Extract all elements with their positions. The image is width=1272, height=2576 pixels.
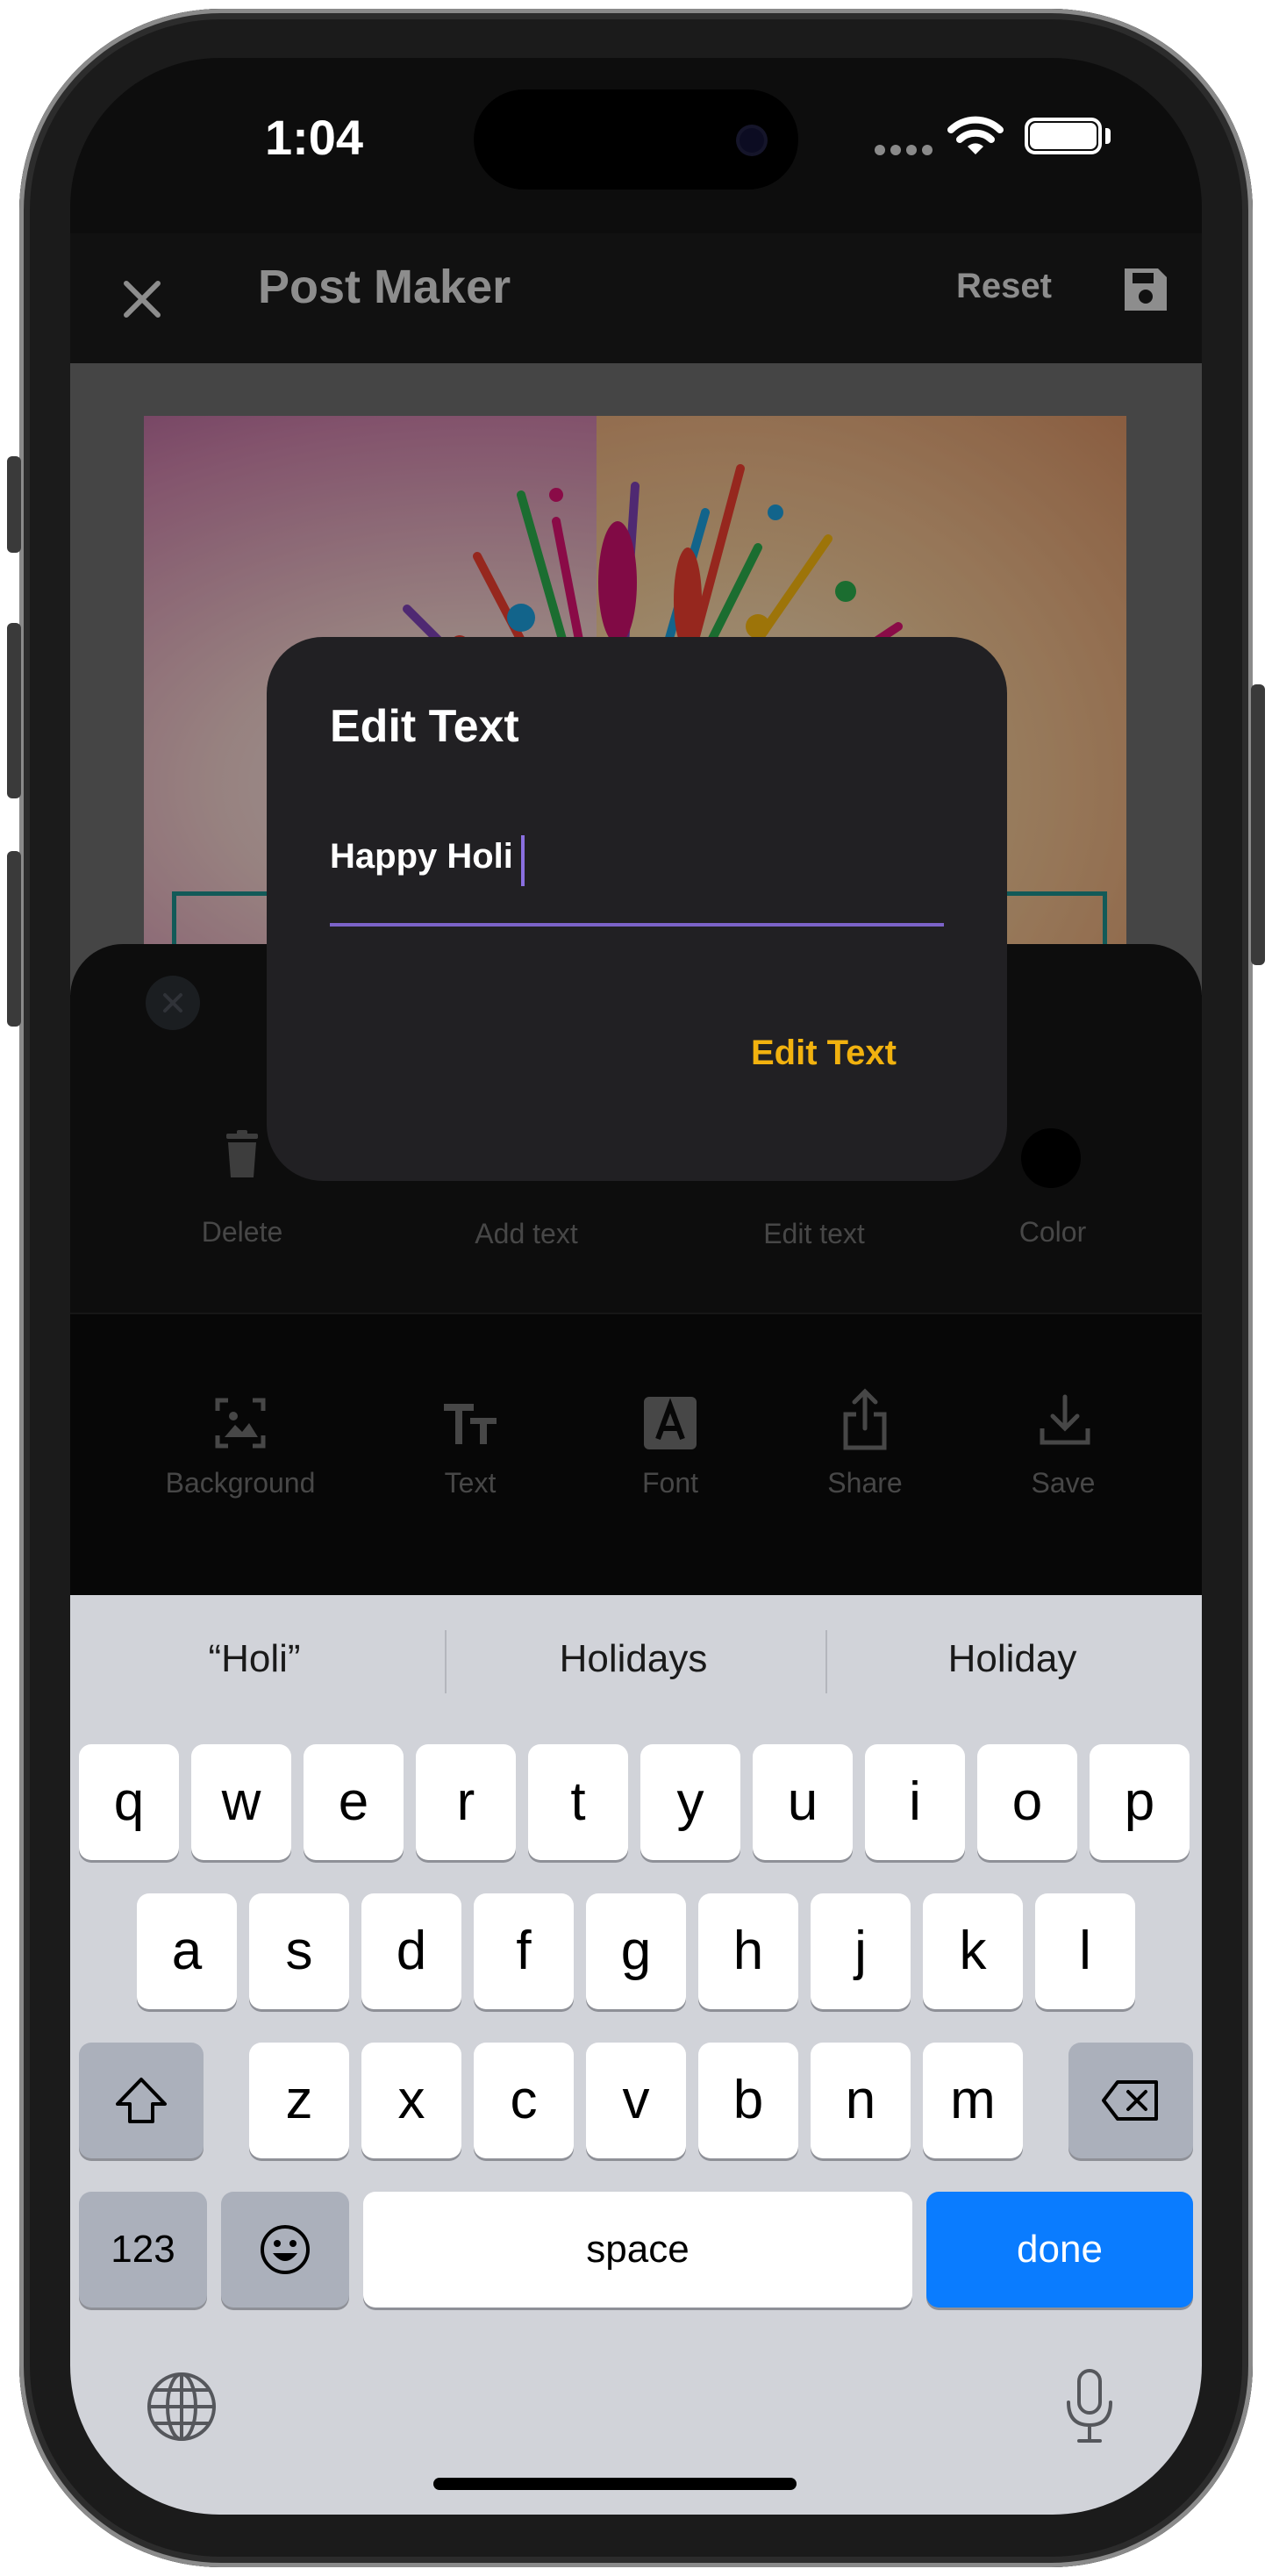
key-w[interactable]: w	[191, 1744, 291, 1860]
key-l[interactable]: l	[1035, 1893, 1135, 2009]
home-indicator[interactable]	[433, 2478, 797, 2490]
emoji-key[interactable]	[221, 2192, 349, 2308]
backspace-icon	[1102, 2080, 1158, 2121]
globe-icon[interactable]	[146, 2371, 218, 2443]
key-m[interactable]: m	[923, 2043, 1023, 2158]
key-f[interactable]: f	[474, 1893, 574, 2009]
key-a[interactable]: a	[137, 1893, 237, 2009]
emoji-icon	[261, 2225, 310, 2274]
key-u[interactable]: u	[753, 1744, 853, 1860]
edit-text-confirm-button[interactable]: Edit Text	[751, 1034, 897, 1073]
volume-down-button	[7, 851, 21, 1027]
key-g[interactable]: g	[586, 1893, 686, 2009]
key-i[interactable]: i	[865, 1744, 965, 1860]
save-icon[interactable]	[1121, 265, 1170, 314]
key-o[interactable]: o	[977, 1744, 1077, 1860]
space-key[interactable]: space	[363, 2192, 912, 2308]
shift-key[interactable]	[79, 2043, 204, 2158]
reset-button[interactable]: Reset	[956, 267, 1052, 306]
key-d[interactable]: d	[361, 1893, 461, 2009]
key-q[interactable]: q	[79, 1744, 179, 1860]
mute-switch	[7, 456, 21, 553]
status-time: 1:04	[264, 110, 364, 165]
camera-icon	[740, 128, 764, 153]
cellular-signal-icon	[875, 145, 933, 155]
battery-tip	[1105, 128, 1111, 144]
text-cursor	[521, 835, 525, 886]
backspace-key[interactable]	[1068, 2043, 1193, 2158]
shift-icon	[116, 2078, 167, 2123]
input-underline	[330, 923, 944, 927]
suggestion-1[interactable]: “Holi”	[88, 1637, 421, 1681]
key-x[interactable]: x	[361, 2043, 461, 2158]
volume-up-button	[7, 623, 21, 798]
key-n[interactable]: n	[811, 2043, 911, 2158]
key-p[interactable]: p	[1090, 1744, 1190, 1860]
done-key[interactable]: done	[926, 2192, 1193, 2308]
key-c[interactable]: c	[474, 2043, 574, 2158]
key-s[interactable]: s	[249, 1893, 349, 2009]
key-v[interactable]: v	[586, 2043, 686, 2158]
key-b[interactable]: b	[698, 2043, 798, 2158]
text-input-field[interactable]: Happy Holi	[330, 837, 513, 877]
suggestion-divider	[825, 1630, 827, 1693]
key-k[interactable]: k	[923, 1893, 1023, 2009]
app-title: Post Maker	[258, 261, 511, 313]
key-h[interactable]: h	[698, 1893, 798, 2009]
suggestion-2[interactable]: Holidays	[467, 1637, 800, 1681]
key-j[interactable]: j	[811, 1893, 911, 2009]
key-z[interactable]: z	[249, 2043, 349, 2158]
battery-level	[1030, 123, 1097, 149]
close-icon[interactable]	[116, 273, 168, 326]
key-e[interactable]: e	[304, 1744, 404, 1860]
wifi-icon	[947, 116, 1004, 154]
suggestion-3[interactable]: Holiday	[846, 1637, 1179, 1681]
suggestion-divider	[445, 1630, 447, 1693]
key-y[interactable]: y	[640, 1744, 740, 1860]
microphone-icon[interactable]	[1063, 2367, 1116, 2446]
power-button	[1251, 684, 1265, 965]
dialog-title: Edit Text	[330, 701, 519, 752]
key-r[interactable]: r	[416, 1744, 516, 1860]
numbers-key[interactable]: 123	[79, 2192, 207, 2308]
key-t[interactable]: t	[528, 1744, 628, 1860]
phone-screen: 1:04 Post Maker Reset Delete Add text Ed…	[70, 58, 1202, 2515]
